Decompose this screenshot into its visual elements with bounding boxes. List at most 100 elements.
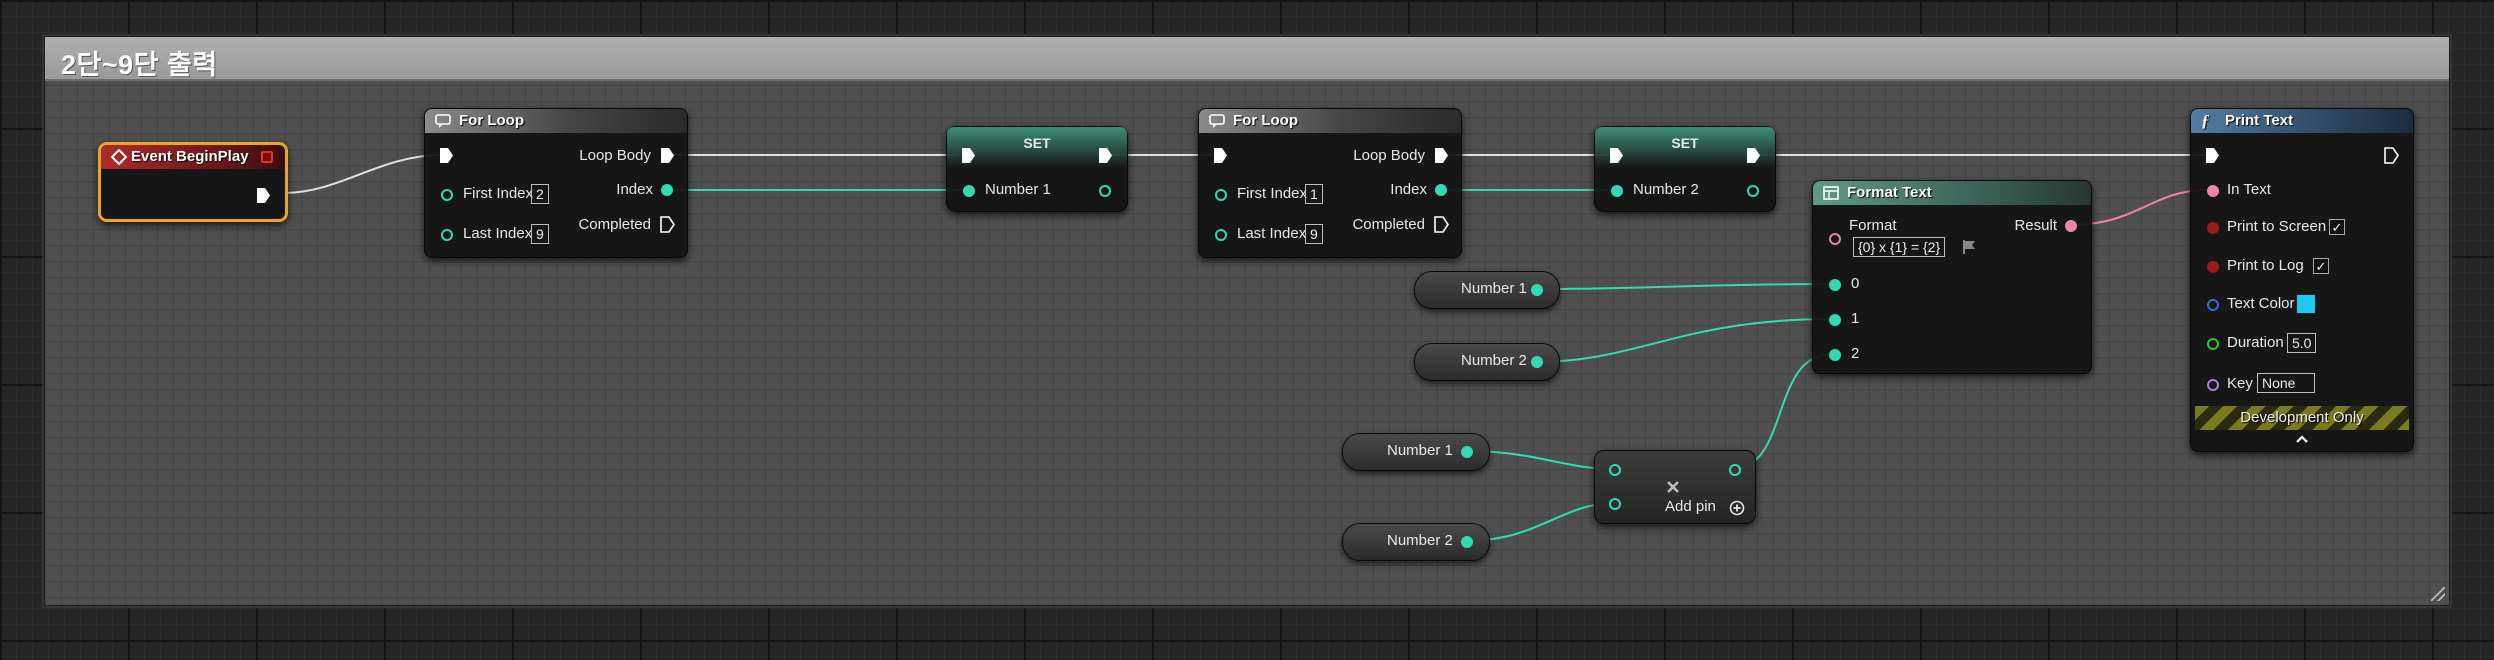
set-node-2[interactable]: SET Number 2 — [1594, 126, 1776, 212]
index-pin[interactable] — [1435, 184, 1447, 196]
last-index-label: Last Index — [463, 225, 533, 242]
collapse-chevron-icon[interactable] — [2295, 433, 2309, 445]
wires-layer — [283, 154, 2209, 542]
first-index-input[interactable]: 2 — [531, 184, 549, 204]
multiply-a-pin[interactable] — [1609, 464, 1621, 476]
for-loop-header[interactable]: For Loop — [425, 109, 687, 133]
duration-input[interactable]: 5.0 — [2287, 333, 2317, 353]
macro-icon — [435, 114, 451, 128]
for-loop-header[interactable]: For Loop — [1199, 109, 1461, 133]
set-node-1[interactable]: SET Number 1 — [946, 126, 1128, 212]
index-pin[interactable] — [661, 184, 673, 196]
completed-label: Completed — [578, 216, 651, 233]
for-loop-node-1[interactable]: For Loop Loop Body First Index 2 Index L… — [424, 108, 688, 258]
exec-out-pin[interactable] — [256, 187, 271, 204]
format-text-header[interactable]: Format Text — [1813, 181, 2091, 205]
print-to-log-label: Print to Log — [2227, 257, 2304, 274]
development-only-banner: Development Only — [2195, 406, 2409, 430]
arg2-pin[interactable] — [1829, 349, 1841, 361]
format-text-node[interactable]: Format Text Format {0} x {1} = {2} Resul… — [1812, 180, 2092, 374]
in-text-pin[interactable] — [2207, 185, 2219, 197]
event-begin-play-node[interactable]: Event BeginPlay — [98, 142, 288, 222]
last-index-pin[interactable] — [441, 229, 453, 241]
multiply-node[interactable]: Add pin — [1594, 450, 1756, 524]
exec-in-pin[interactable] — [2205, 147, 2220, 164]
multiply-b-pin[interactable] — [1609, 498, 1621, 510]
number2-input-pin[interactable] — [1611, 185, 1623, 197]
function-icon: ƒ — [2201, 111, 2210, 130]
first-index-input[interactable]: 1 — [1305, 184, 1323, 204]
set-var-label: Number 1 — [985, 181, 1051, 198]
format-pin[interactable] — [1829, 233, 1841, 245]
exec-out-pin[interactable] — [2384, 147, 2399, 164]
arg1-pin[interactable] — [1829, 314, 1841, 326]
completed-exec-pin[interactable] — [660, 216, 675, 233]
number1-out-pin[interactable] — [1461, 446, 1473, 458]
get-var-label: Number 1 — [1387, 442, 1453, 459]
node-title: Event BeginPlay — [131, 148, 249, 165]
add-pin-icon[interactable] — [1729, 500, 1745, 516]
key-input[interactable]: None — [2257, 373, 2315, 393]
number1-input-pin[interactable] — [963, 185, 975, 197]
exec-in-pin[interactable] — [439, 147, 454, 164]
first-index-pin[interactable] — [1215, 189, 1227, 201]
exec-in-pin[interactable] — [1609, 147, 1624, 164]
number2-out-pin[interactable] — [1461, 536, 1473, 548]
result-pin[interactable] — [2065, 220, 2077, 232]
get-number2-node[interactable]: Number 2 — [1414, 343, 1560, 381]
first-index-label: First Index — [463, 185, 534, 202]
last-index-pin[interactable] — [1215, 229, 1227, 241]
get-number2-node[interactable]: Number 2 — [1342, 523, 1490, 561]
loop-body-exec-pin[interactable] — [1434, 147, 1449, 164]
node-title: Format Text — [1847, 184, 1932, 201]
arg1-label: 1 — [1851, 310, 1860, 327]
last-index-input[interactable]: 9 — [1305, 224, 1323, 244]
key-pin[interactable] — [2207, 379, 2219, 391]
print-to-log-checkbox[interactable]: ✓ — [2313, 258, 2329, 274]
exec-out-pin[interactable] — [1746, 147, 1761, 164]
multiply-icon — [1667, 481, 1679, 493]
last-index-input[interactable]: 9 — [531, 224, 549, 244]
index-label: Index — [1390, 181, 1427, 198]
get-var-label: Number 1 — [1461, 280, 1527, 297]
macro-icon — [1209, 114, 1225, 128]
last-index-label: Last Index — [1237, 225, 1307, 242]
data-wire — [1533, 318, 1833, 363]
get-number1-node[interactable]: Number 1 — [1414, 271, 1560, 309]
text-color-swatch[interactable] — [2297, 295, 2315, 313]
text-color-label: Text Color — [2227, 295, 2295, 312]
loop-body-label: Loop Body — [1353, 147, 1425, 164]
print-text-node[interactable]: ƒ Print Text In Text Print to Screen ✓ P… — [2190, 108, 2414, 452]
for-loop-node-2[interactable]: For Loop Loop Body First Index 1 Index L… — [1198, 108, 1462, 258]
event-diamond-icon — [111, 149, 127, 165]
event-begin-play-header[interactable]: Event BeginPlay — [101, 145, 285, 169]
print-to-log-pin[interactable] — [2207, 261, 2219, 273]
flag-icon[interactable] — [1961, 239, 1977, 255]
completed-exec-pin[interactable] — [1434, 216, 1449, 233]
data-wire — [1533, 283, 1833, 290]
get-number1-node[interactable]: Number 1 — [1342, 433, 1490, 471]
print-to-screen-checkbox[interactable]: ✓ — [2329, 219, 2345, 235]
print-to-screen-pin[interactable] — [2207, 222, 2219, 234]
exec-out-pin[interactable] — [1098, 147, 1113, 164]
arg0-pin[interactable] — [1829, 279, 1841, 291]
duration-pin[interactable] — [2207, 338, 2219, 350]
print-to-screen-label: Print to Screen — [2227, 218, 2327, 235]
multiply-result-pin[interactable] — [1729, 464, 1741, 476]
number1-out-pin[interactable] — [1531, 284, 1543, 296]
exec-in-pin[interactable] — [961, 147, 976, 164]
print-text-header[interactable]: ƒ Print Text — [2191, 109, 2413, 133]
loop-body-exec-pin[interactable] — [660, 147, 675, 164]
event-delegate-pin[interactable] — [261, 151, 273, 163]
number2-output-pin[interactable] — [1747, 185, 1759, 197]
number1-output-pin[interactable] — [1099, 185, 1111, 197]
add-pin-label: Add pin — [1665, 498, 1716, 515]
first-index-pin[interactable] — [441, 189, 453, 201]
text-color-pin[interactable] — [2207, 299, 2219, 311]
exec-in-pin[interactable] — [1213, 147, 1228, 164]
number2-out-pin[interactable] — [1531, 356, 1543, 368]
loop-body-label: Loop Body — [579, 147, 651, 164]
node-title: For Loop — [459, 112, 524, 129]
node-title: Print Text — [2225, 112, 2294, 129]
format-input[interactable]: {0} x {1} = {2} — [1853, 237, 1946, 257]
